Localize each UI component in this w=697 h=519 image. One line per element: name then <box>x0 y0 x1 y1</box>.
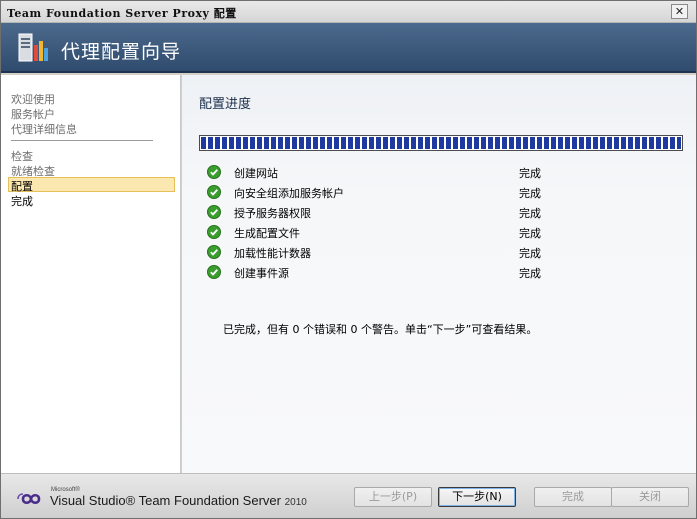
check-circle-icon <box>207 185 221 199</box>
wizard-steps-nav: 欢迎使用 服务帐户 代理详细信息 检查 就绪检查 配置 完成 <box>1 75 181 473</box>
section-title: 配置进度 <box>199 97 252 112</box>
window-title: Team Foundation Server Proxy 配置 <box>7 7 237 20</box>
check-circle-icon <box>207 165 221 179</box>
nav-step-review[interactable]: 检查 <box>11 148 33 164</box>
check-circle-icon <box>207 205 221 219</box>
task-name: 生成配置文件 <box>234 227 300 240</box>
next-button[interactable]: 下一步(N) <box>438 487 516 507</box>
progress-fill <box>201 137 681 149</box>
task-name: 加载性能计数器 <box>234 247 311 260</box>
nav-step-service-account[interactable]: 服务帐户 <box>11 106 55 122</box>
wizard-window: Team Foundation Server Proxy 配置 ✕ 代理配置向导… <box>0 0 697 519</box>
task-status: 完成 <box>519 167 541 180</box>
completion-summary: 已完成，但有 0 个错误和 0 个警告。单击“下一步”可查看结果。 <box>223 323 538 336</box>
task-status: 完成 <box>519 187 541 200</box>
infinity-logo-icon <box>17 493 41 505</box>
configuration-progress-bar <box>199 135 683 151</box>
logo-product-name: Visual Studio® Team Foundation Server <box>50 493 281 508</box>
close-button[interactable]: 关闭 <box>611 487 689 507</box>
check-circle-icon <box>207 245 221 259</box>
task-name: 授予服务器权限 <box>234 207 311 220</box>
task-name: 向安全组添加服务帐户 <box>234 187 344 200</box>
nav-step-complete[interactable]: 完成 <box>11 193 33 209</box>
title-bar[interactable]: Team Foundation Server Proxy 配置 ✕ <box>1 1 696 23</box>
nav-step-welcome[interactable]: 欢迎使用 <box>11 91 55 107</box>
logo-product-text: Visual Studio® Team Foundation Server 20… <box>50 493 307 508</box>
task-row: 向安全组添加服务帐户 完成 <box>207 184 667 200</box>
task-status: 完成 <box>519 247 541 260</box>
check-circle-icon <box>207 225 221 239</box>
task-status: 完成 <box>519 207 541 220</box>
nav-step-configure[interactable]: 配置 <box>8 177 175 193</box>
nav-divider <box>11 140 153 141</box>
finish-button[interactable]: 完成 <box>534 487 612 507</box>
wizard-header: 代理配置向导 <box>1 23 696 73</box>
task-status: 完成 <box>519 227 541 240</box>
back-button[interactable]: 上一步(P) <box>354 487 432 507</box>
task-row: 生成配置文件 完成 <box>207 224 667 240</box>
wizard-footer: Microsoft® Visual Studio® Team Foundatio… <box>1 473 696 518</box>
task-row: 授予服务器权限 完成 <box>207 204 667 220</box>
main-panel: 配置进度 创建网站 完成 向安全组添加服务帐户 完成 授予服务器权限 完成 生成… <box>182 75 696 473</box>
check-circle-icon <box>207 265 221 279</box>
visual-studio-logo: Microsoft® Visual Studio® Team Foundatio… <box>15 487 307 510</box>
close-window-button[interactable]: ✕ <box>671 4 688 19</box>
logo-year: 2010 <box>284 497 307 508</box>
nav-step-proxy-details[interactable]: 代理详细信息 <box>11 121 77 137</box>
task-row: 创建事件源 完成 <box>207 264 667 280</box>
server-config-icon <box>18 33 48 62</box>
wizard-title: 代理配置向导 <box>61 41 182 63</box>
task-name: 创建网站 <box>234 167 278 180</box>
task-status: 完成 <box>519 267 541 280</box>
task-row: 创建网站 完成 <box>207 164 667 180</box>
task-row: 加载性能计数器 完成 <box>207 244 667 260</box>
task-name: 创建事件源 <box>234 267 289 280</box>
